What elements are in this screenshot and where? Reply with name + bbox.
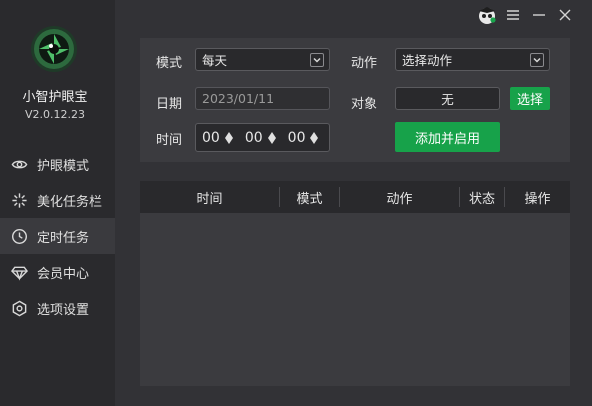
time-second-segment[interactable]: 00: [288, 130, 319, 146]
target-field: 无: [395, 87, 500, 110]
sparkle-icon: [10, 191, 28, 209]
sidebar-item-taskbar[interactable]: 美化任务栏: [0, 182, 115, 218]
time-second-value: 00: [287, 129, 306, 146]
chevron-down-icon: [530, 53, 544, 67]
add-and-enable-button[interactable]: 添加并启用: [395, 122, 500, 152]
time-stepper[interactable]: 00 00 00: [195, 123, 330, 152]
minimize-icon[interactable]: [526, 4, 552, 26]
mascot-icon[interactable]: [474, 4, 500, 26]
gear-icon: [10, 299, 28, 317]
action-label: 动作: [351, 56, 378, 71]
titlebar-controls: [474, 4, 578, 26]
time-minute-segment[interactable]: 00: [245, 130, 276, 146]
date-label: 日期: [156, 97, 183, 112]
sidebar-item-label: 选项设置: [37, 302, 90, 318]
time-hour-segment[interactable]: 00: [202, 130, 233, 146]
action-select[interactable]: 选择动作: [395, 48, 550, 71]
clock-icon: [10, 227, 28, 245]
eye-icon: [10, 155, 28, 173]
sidebar: 小智护眼宝 V2.0.12.23 护眼模式 美化任务栏 定时任务 会员中心 选项…: [0, 0, 115, 406]
column-header-action: 动作: [340, 187, 460, 207]
column-header-operation: 操作: [524, 191, 551, 207]
task-form-panel: 模式 每天 动作 选择动作 日期 2023/01/11 对象 无 选择 时间 0…: [140, 38, 570, 162]
sidebar-item-settings[interactable]: 选项设置: [0, 290, 115, 326]
sidebar-item-label: 定时任务: [37, 230, 90, 246]
column-header-status: 状态: [460, 187, 505, 207]
spin-arrows-icon[interactable]: [224, 131, 233, 144]
column-header-time: 时间: [140, 187, 280, 207]
diamond-icon: [10, 263, 28, 281]
sidebar-item-label: 美化任务栏: [37, 194, 103, 210]
action-select-value: 选择动作: [402, 53, 453, 68]
column-header-mode: 模式: [280, 187, 340, 207]
select-target-button[interactable]: 选择: [510, 87, 550, 110]
app-logo-icon: [30, 25, 78, 73]
sidebar-item-eye-mode[interactable]: 护眼模式: [0, 146, 115, 182]
task-table: 时间 模式 动作 状态 操作: [140, 181, 570, 386]
mode-select-value: 每天: [202, 53, 228, 68]
time-minute-value: 00: [244, 129, 263, 146]
chevron-down-icon: [310, 53, 324, 67]
sidebar-item-label: 会员中心: [37, 266, 90, 282]
close-icon[interactable]: [552, 4, 578, 26]
app-name: 小智护眼宝: [22, 90, 88, 105]
sidebar-item-label: 护眼模式: [37, 158, 90, 174]
table-body: [140, 213, 570, 386]
time-label: 时间: [156, 133, 183, 148]
spin-arrows-icon[interactable]: [267, 131, 276, 144]
time-hour-value: 00: [202, 129, 220, 146]
date-field[interactable]: 2023/01/11: [195, 87, 330, 110]
spin-arrows-icon[interactable]: [310, 131, 319, 144]
mode-select[interactable]: 每天: [195, 48, 330, 71]
sidebar-item-member-center[interactable]: 会员中心: [0, 254, 115, 290]
menu-icon[interactable]: [500, 4, 526, 26]
sidebar-item-scheduled-tasks[interactable]: 定时任务: [0, 218, 115, 254]
sidebar-nav: 护眼模式 美化任务栏 定时任务 会员中心 选项设置: [0, 146, 115, 326]
target-label: 对象: [351, 97, 378, 112]
table-header: 时间 模式 动作 状态 操作: [140, 181, 570, 213]
app-version: V2.0.12.23: [24, 108, 85, 121]
mode-label: 模式: [156, 56, 183, 71]
